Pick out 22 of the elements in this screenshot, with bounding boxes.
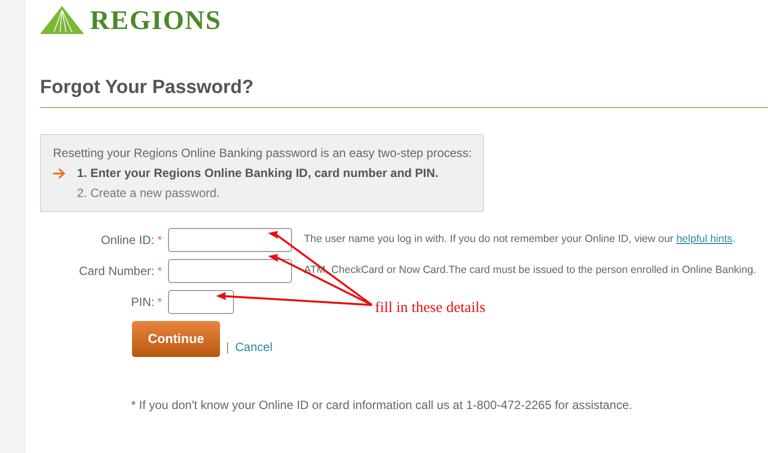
- info-text: Resetting your Regions Online Banking password is an easy two-step process:: [53, 145, 471, 162]
- logo-icon: [40, 6, 84, 34]
- separator: |: [226, 339, 230, 356]
- annotation-label: fill in these details: [375, 299, 486, 318]
- input-field[interactable]: [168, 290, 234, 314]
- page-heading: Forgot Your Password?: [40, 78, 255, 97]
- footnote: * If you don't know your Online ID or card information call us at 1-800-472-2265 for assistance.: [131, 397, 634, 414]
- required-mark: *: [157, 294, 162, 310]
- helpful-hints-link[interactable]: helpful hints: [676, 232, 732, 245]
- cancel-link[interactable]: Cancel: [235, 338, 272, 356]
- field-label: PIN:: [130, 294, 154, 310]
- required-mark: *: [157, 232, 162, 248]
- input-field[interactable]: [168, 258, 292, 282]
- field-label: Online ID:: [100, 232, 154, 248]
- required-mark: *: [157, 262, 162, 280]
- logo-text: REGIONS: [90, 7, 222, 34]
- continue-button[interactable]: Continue: [132, 321, 220, 357]
- step-text: 2. Create a new password.: [77, 185, 220, 202]
- field-label: Card Number:: [78, 262, 154, 280]
- input-field[interactable]: [168, 228, 292, 252]
- hint-text: The user name you log in with. If you do not remember your Online ID, view our helpful hints.: [304, 232, 736, 247]
- step-text: 1. Enter your Regions Online Banking ID, card number and PIN.: [77, 165, 438, 182]
